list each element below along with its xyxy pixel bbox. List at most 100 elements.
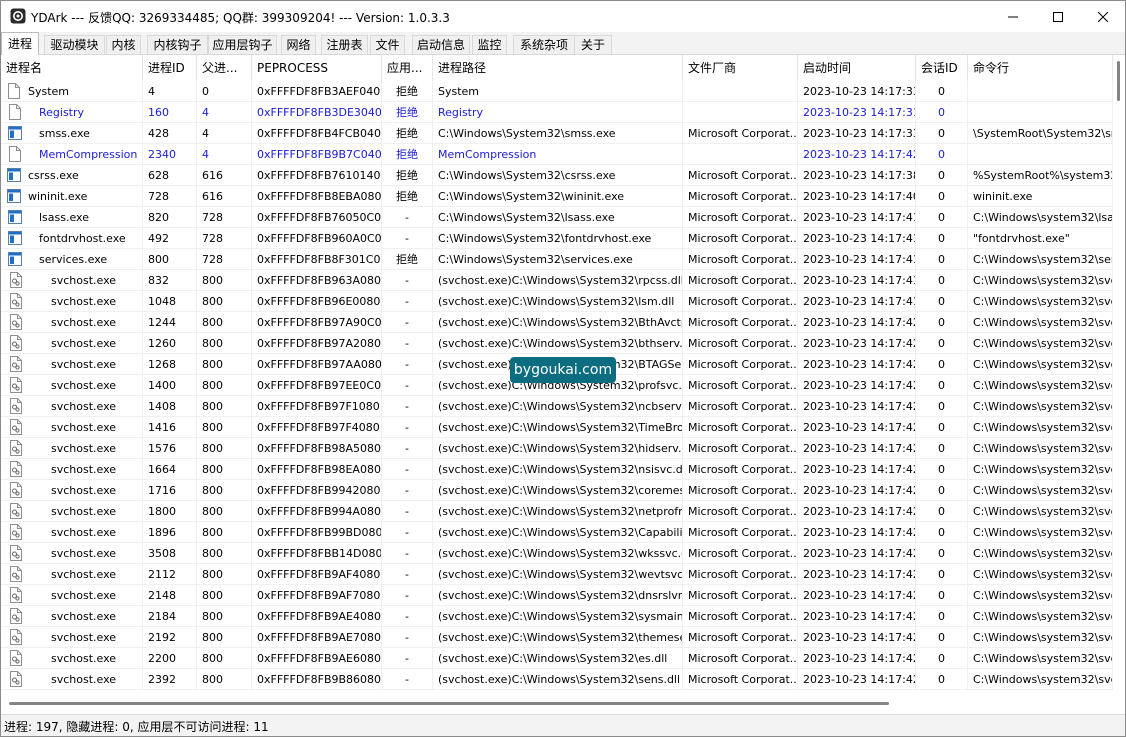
cell-path: (svchost.exe)C:\Windows\System32\coremes… bbox=[433, 480, 683, 501]
table-row[interactable]: svchost.exe 1896 800 0xFFFFDF8FB99BD080- (sv… bbox=[1, 522, 1113, 543]
table-row[interactable]: System 4 0 0xFFFFDF8FB3AEF040 拒绝 System 2023-1… bbox=[1, 81, 1113, 102]
cell-path: C:\Windows\System32\services.exe bbox=[433, 249, 683, 270]
table-row[interactable]: svchost.exe 2184 800 0xFFFFDF8FB9AE4080- (sv… bbox=[1, 606, 1113, 627]
cell-ppid: 4 bbox=[197, 123, 252, 144]
maximize-button[interactable] bbox=[1035, 1, 1080, 32]
tab-1[interactable]: 驱动模块 bbox=[44, 35, 105, 54]
table-row[interactable]: svchost.exe 1260 800 0xFFFFDF8FB97A2080- (sv… bbox=[1, 333, 1113, 354]
cell-ppid: 800 bbox=[197, 333, 252, 354]
header-col-session[interactable]: 会话ID bbox=[916, 55, 968, 81]
tab-0[interactable]: 进程 bbox=[1, 32, 39, 55]
table-row[interactable]: svchost.exe 832 800 0xFFFFDF8FB963A080- (svc… bbox=[1, 270, 1113, 291]
cell-vendor: Microsoft Corporat... bbox=[683, 627, 798, 648]
table-row[interactable]: svchost.exe 2392 800 0xFFFFDF8FB9B86080- (sv… bbox=[1, 669, 1113, 690]
watermark-label: bygoukai.com bbox=[510, 357, 616, 383]
cell-path: System bbox=[433, 81, 683, 102]
cell-cmdline: C:\Windows\system32\svchost.exe bbox=[968, 501, 1113, 522]
process-name-text: svchost.exe bbox=[51, 421, 117, 434]
table-row[interactable]: svchost.exe 2200 800 0xFFFFDF8FB9AE6080- (sv… bbox=[1, 648, 1113, 669]
table-row[interactable]: csrss.exe 628 616 0xFFFFDF8FB7610140 拒绝 C:\Wi… bbox=[1, 165, 1113, 186]
title-bar[interactable]: YDArk --- 反馈QQ: 3269334485; QQ群: 3993092… bbox=[1, 1, 1125, 32]
window-app-icon bbox=[8, 251, 22, 267]
tab-7[interactable]: 文件 bbox=[370, 35, 405, 54]
tab-5[interactable]: 网络 bbox=[281, 35, 316, 54]
table-row[interactable]: svchost.exe 1244 800 0xFFFFDF8FB97A90C0- (sv… bbox=[1, 312, 1113, 333]
table-row[interactable]: svchost.exe 3508 800 0xFFFFDF8FBB14D080- (sv… bbox=[1, 543, 1113, 564]
cell-start-time: 2023-10-23 14:17:42 bbox=[798, 543, 916, 564]
cell-pid: 1400 bbox=[143, 375, 197, 396]
header-col-app-access[interactable]: 应用... bbox=[382, 55, 433, 81]
horizontal-scroll-thumb[interactable] bbox=[9, 702, 889, 705]
tab-10[interactable]: 系统杂项 bbox=[513, 35, 575, 54]
table-row[interactable]: lsass.exe 820 728 0xFFFFDF8FB76050C0- C:\Win… bbox=[1, 207, 1113, 228]
table-row[interactable]: svchost.exe 1800 800 0xFFFFDF8FB994A080- (sv… bbox=[1, 501, 1113, 522]
window-title: YDArk --- 反馈QQ: 3269334485; QQ群: 3993092… bbox=[31, 11, 450, 25]
cell-session: 0 bbox=[916, 144, 968, 165]
process-name-text: svchost.exe bbox=[51, 568, 117, 581]
process-name-text: System bbox=[28, 85, 70, 98]
table-row[interactable]: smss.exe 428 4 0xFFFFDF8FB4FCB040 拒绝 C:\Windo… bbox=[1, 123, 1113, 144]
tab-6[interactable]: 注册表 bbox=[321, 35, 368, 54]
cell-path: C:\Windows\System32\wininit.exe bbox=[433, 186, 683, 207]
cell-path: (svchost.exe)C:\Windows\System32\netprof… bbox=[433, 501, 683, 522]
cell-app-access: - bbox=[382, 648, 433, 669]
cell-peprocess: 0xFFFFDF8FB98A5080 bbox=[252, 438, 382, 459]
table-row[interactable]: MemCompression 2340 4 0xFFFFDF8FB9B7C040 拒绝 M… bbox=[1, 144, 1113, 165]
tab-3[interactable]: 内核钩子 bbox=[147, 35, 208, 54]
cell-pid: 2340 bbox=[143, 144, 197, 165]
cell-session: 0 bbox=[916, 333, 968, 354]
header-col-cmdline[interactable]: 命令行 bbox=[968, 55, 1113, 81]
cell-peprocess: 0xFFFFDF8FB3AEF040 bbox=[252, 81, 382, 102]
cell-path: C:\Windows\System32\lsass.exe bbox=[433, 207, 683, 228]
header-col-process-name[interactable]: 进程名 bbox=[1, 55, 143, 81]
table-row[interactable]: fontdrvhost.exe 492 728 0xFFFFDF8FB960A0C0-… bbox=[1, 228, 1113, 249]
table-row[interactable]: svchost.exe 2112 800 0xFFFFDF8FB9AF4080- (sv… bbox=[1, 564, 1113, 585]
header-col-peprocess[interactable]: PEPROCESS bbox=[252, 55, 382, 81]
cell-start-time: 2023-10-23 14:17:42 bbox=[798, 501, 916, 522]
cell-path: C:\Windows\System32\fontdrvhost.exe bbox=[433, 228, 683, 249]
cell-app-access: - bbox=[382, 585, 433, 606]
table-row[interactable]: svchost.exe 2192 800 0xFFFFDF8FB9AE7080- (sv… bbox=[1, 627, 1113, 648]
table-row[interactable]: svchost.exe 1716 800 0xFFFFDF8FB9942080- (sv… bbox=[1, 480, 1113, 501]
table-row[interactable]: svchost.exe 2148 800 0xFFFFDF8FB9AF7080- (sv… bbox=[1, 585, 1113, 606]
cell-session: 0 bbox=[916, 270, 968, 291]
cell-start-time: 2023-10-23 14:17:42 bbox=[798, 648, 916, 669]
cell-session: 0 bbox=[916, 501, 968, 522]
table-row[interactable]: svchost.exe 1664 800 0xFFFFDF8FB98EA080- (sv… bbox=[1, 459, 1113, 480]
dll-file-icon bbox=[9, 377, 23, 393]
tab-9[interactable]: 监控 bbox=[472, 35, 507, 54]
cell-ppid: 800 bbox=[197, 312, 252, 333]
header-col-start-time[interactable]: 启动时间 bbox=[798, 55, 916, 81]
cell-vendor: Microsoft Corporat... bbox=[683, 354, 798, 375]
dll-file-icon bbox=[9, 461, 23, 477]
header-col-ppid[interactable]: 父进... bbox=[197, 55, 252, 81]
horizontal-scrollbar[interactable] bbox=[1, 695, 1113, 711]
cell-cmdline: C:\Windows\system32\svchost.exe bbox=[968, 291, 1113, 312]
header-col-path[interactable]: 进程路径 bbox=[433, 55, 683, 81]
cell-vendor: Microsoft Corporat... bbox=[683, 375, 798, 396]
header-col-vendor[interactable]: 文件厂商 bbox=[683, 55, 798, 81]
status-bar: 进程: 197, 隐藏进程: 0, 应用层不可访问进程: 11 bbox=[1, 714, 1125, 736]
table-row[interactable]: svchost.exe 1416 800 0xFFFFDF8FB97F4080- (sv… bbox=[1, 417, 1113, 438]
cell-cmdline: C:\Windows\system32\svchost.exe bbox=[968, 606, 1113, 627]
vertical-scrollbar[interactable] bbox=[1113, 55, 1125, 695]
tab-2[interactable]: 内核 bbox=[106, 35, 141, 54]
cell-session: 0 bbox=[916, 648, 968, 669]
table-row[interactable]: Registry 160 4 0xFFFFDF8FB3DE3040 拒绝 Registry… bbox=[1, 102, 1113, 123]
tab-11[interactable]: 关于 bbox=[574, 35, 612, 54]
close-button[interactable] bbox=[1080, 1, 1125, 32]
table-row[interactable]: svchost.exe 1048 800 0xFFFFDF8FB96E0080- (sv… bbox=[1, 291, 1113, 312]
tab-8[interactable]: 启动信息 bbox=[412, 35, 470, 54]
tab-4[interactable]: 应用层钩子 bbox=[208, 35, 277, 54]
table-row[interactable]: svchost.exe 1576 800 0xFFFFDF8FB98A5080- (sv… bbox=[1, 438, 1113, 459]
cell-pid: 1244 bbox=[143, 312, 197, 333]
table-row[interactable]: wininit.exe 728 616 0xFFFFDF8FB8EBA080 拒绝 C:\… bbox=[1, 186, 1113, 207]
header-col-pid[interactable]: 进程ID bbox=[143, 55, 197, 81]
minimize-button[interactable] bbox=[990, 1, 1035, 32]
table-row[interactable]: svchost.exe 1408 800 0xFFFFDF8FB97F1080- (sv… bbox=[1, 396, 1113, 417]
cell-session: 0 bbox=[916, 291, 968, 312]
vertical-scroll-thumb[interactable] bbox=[1117, 61, 1120, 101]
cell-start-time: 2023-10-23 14:17:42 bbox=[798, 627, 916, 648]
cell-path: MemCompression bbox=[433, 144, 683, 165]
table-row[interactable]: services.exe 800 728 0xFFFFDF8FB8F301C0 拒绝 C:… bbox=[1, 249, 1113, 270]
